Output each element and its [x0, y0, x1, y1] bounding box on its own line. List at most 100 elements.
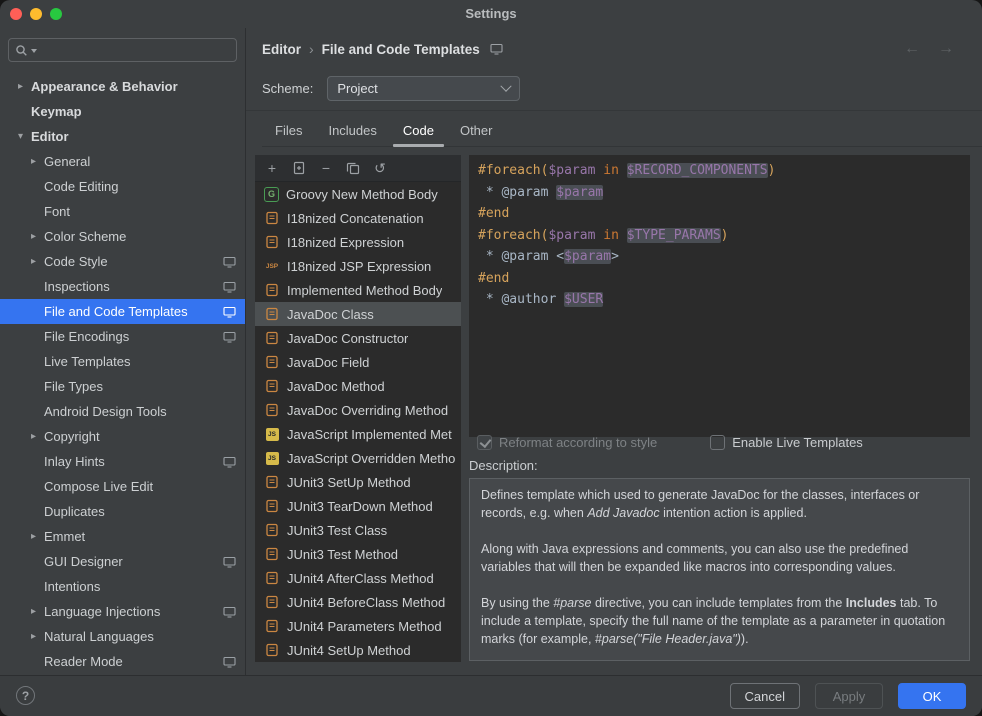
- cancel-button[interactable]: Cancel: [730, 683, 800, 709]
- apply-button[interactable]: Apply: [815, 683, 883, 709]
- template-item-junit4-afterclass-method[interactable]: JUnit4 AfterClass Method: [255, 566, 461, 590]
- sidebar-item-reader-mode[interactable]: Reader Mode: [0, 649, 245, 674]
- template-item-groovy-new-method-body[interactable]: GGroovy New Method Body: [255, 182, 461, 206]
- sidebar-item-color-scheme[interactable]: ▸Color Scheme: [0, 224, 245, 249]
- template-item-i18nized-expression[interactable]: I18nized Expression: [255, 230, 461, 254]
- code-token: ): [768, 163, 776, 178]
- code-line: * @author $USER: [478, 289, 970, 311]
- sidebar-item-natural-languages[interactable]: ▸Natural Languages: [0, 624, 245, 649]
- sidebar-item-keymap[interactable]: Keymap: [0, 99, 245, 124]
- template-item-junit3-test-method[interactable]: JUnit3 Test Method: [255, 542, 461, 566]
- settings-search-input[interactable]: [40, 42, 230, 59]
- sidebar-item-intentions[interactable]: Intentions: [0, 574, 245, 599]
- create-child-template-icon[interactable]: [291, 160, 307, 176]
- chevron-right-icon[interactable]: ▸: [18, 81, 31, 92]
- breadcrumb-editor[interactable]: Editor: [262, 42, 301, 57]
- settings-search[interactable]: [8, 38, 237, 62]
- sidebar-item-editor[interactable]: ▾Editor: [0, 124, 245, 149]
- template-item-javascript-overridden-metho[interactable]: JSJavaScript Overridden Metho: [255, 446, 461, 470]
- template-list-toolbar: + − ↺: [255, 155, 461, 182]
- sidebar-item-file-and-code-templates[interactable]: File and Code Templates: [0, 299, 245, 324]
- chevron-right-icon[interactable]: ▸: [31, 156, 44, 167]
- settings-sidebar: ▸Appearance & BehaviorKeymap▾Editor▸Gene…: [0, 28, 246, 676]
- tab-files[interactable]: Files: [262, 115, 315, 146]
- chevron-right-icon[interactable]: ▸: [31, 606, 44, 617]
- file-template-icon: [264, 619, 280, 633]
- template-item-implemented-method-body[interactable]: Implemented Method Body: [255, 278, 461, 302]
- forward-button[interactable]: →: [938, 40, 954, 58]
- enable-live-templates-checkbox[interactable]: Enable Live Templates: [710, 435, 863, 450]
- code-token: >: [611, 249, 619, 264]
- template-item-javadoc-constructor[interactable]: JavaDoc Constructor: [255, 326, 461, 350]
- sidebar-item-gui-designer[interactable]: GUI Designer: [0, 549, 245, 574]
- reformat-checkbox[interactable]: Reformat according to style: [477, 435, 657, 450]
- back-button[interactable]: ←: [904, 40, 920, 58]
- template-item-javascript-implemented-met[interactable]: JSJavaScript Implemented Met: [255, 422, 461, 446]
- template-item-i18nized-concatenation[interactable]: I18nized Concatenation: [255, 206, 461, 230]
- sidebar-item-file-encodings[interactable]: File Encodings: [0, 324, 245, 349]
- template-item-junit3-setup-method[interactable]: JUnit3 SetUp Method: [255, 470, 461, 494]
- titlebar: Settings: [0, 0, 982, 28]
- add-template-icon[interactable]: +: [264, 160, 280, 176]
- sidebar-item-code-editing[interactable]: Code Editing: [0, 174, 245, 199]
- screen-icon: [223, 456, 236, 468]
- history-nav: ← →: [904, 40, 954, 58]
- sidebar-item-copyright[interactable]: ▸Copyright: [0, 424, 245, 449]
- file-template-icon: [264, 307, 280, 321]
- sidebar-item-general[interactable]: ▸General: [0, 149, 245, 174]
- sidebar-item-appearance-behavior[interactable]: ▸Appearance & Behavior: [0, 74, 245, 99]
- code-token: $param: [556, 185, 603, 200]
- sidebar-item-label: Duplicates: [44, 504, 105, 519]
- reset-template-icon[interactable]: ↺: [372, 160, 388, 176]
- template-item-javadoc-class[interactable]: JavaDoc Class: [255, 302, 461, 326]
- template-list: GGroovy New Method BodyI18nized Concaten…: [255, 182, 461, 662]
- sidebar-item-android-design-tools[interactable]: Android Design Tools: [0, 399, 245, 424]
- sidebar-item-code-style[interactable]: ▸Code Style: [0, 249, 245, 274]
- sidebar-item-language-injections[interactable]: ▸Language Injections: [0, 599, 245, 624]
- file-template-icon: [264, 379, 280, 393]
- chevron-right-icon[interactable]: ▸: [31, 256, 44, 267]
- template-item-junit4-setup-method[interactable]: JUnit4 SetUp Method: [255, 638, 461, 662]
- sidebar-item-label: Reader Mode: [44, 654, 123, 669]
- chevron-right-icon[interactable]: ▸: [31, 531, 44, 542]
- sidebar-item-inlay-hints[interactable]: Inlay Hints: [0, 449, 245, 474]
- sidebar-item-label: File Types: [44, 379, 103, 394]
- sidebar-item-inspections[interactable]: Inspections: [0, 274, 245, 299]
- scheme-select[interactable]: Project: [327, 76, 520, 101]
- copy-template-icon[interactable]: [345, 160, 361, 176]
- chevron-right-icon[interactable]: ▸: [31, 431, 44, 442]
- template-code-editor[interactable]: #foreach($param in $RECORD_COMPONENTS) *…: [469, 155, 970, 437]
- template-item-javadoc-overriding-method[interactable]: JavaDoc Overriding Method: [255, 398, 461, 422]
- sidebar-item-live-templates[interactable]: Live Templates: [0, 349, 245, 374]
- template-item-i18nized-jsp-expression[interactable]: JSPI18nized JSP Expression: [255, 254, 461, 278]
- sidebar-item-font[interactable]: Font: [0, 199, 245, 224]
- help-button[interactable]: ?: [16, 686, 35, 705]
- code-token: * @author: [478, 292, 564, 307]
- options-row: Reformat according to style Enable Live …: [477, 435, 863, 450]
- sidebar-item-duplicates[interactable]: Duplicates: [0, 499, 245, 524]
- sidebar-item-label: Live Templates: [44, 354, 130, 369]
- template-item-junit4-parameters-method[interactable]: JUnit4 Parameters Method: [255, 614, 461, 638]
- code-token: #end: [478, 271, 509, 286]
- tab-other[interactable]: Other: [447, 115, 506, 146]
- tab-code[interactable]: Code: [390, 115, 447, 146]
- template-item-label: JavaScript Implemented Met: [287, 427, 452, 442]
- description-paragraph: By using the #parse directive, you can i…: [481, 594, 958, 648]
- remove-template-icon[interactable]: −: [318, 160, 334, 176]
- sidebar-item-emmet[interactable]: ▸Emmet: [0, 524, 245, 549]
- description-box[interactable]: Defines template which used to generate …: [469, 478, 970, 661]
- ok-button[interactable]: OK: [898, 683, 966, 709]
- template-item-javadoc-field[interactable]: JavaDoc Field: [255, 350, 461, 374]
- chevron-right-icon[interactable]: ▸: [31, 631, 44, 642]
- chevron-down-icon[interactable]: ▾: [18, 131, 31, 142]
- file-template-icon: [264, 211, 280, 225]
- sidebar-item-compose-live-edit[interactable]: Compose Live Edit: [0, 474, 245, 499]
- chevron-right-icon[interactable]: ▸: [31, 231, 44, 242]
- template-item-junit3-test-class[interactable]: JUnit3 Test Class: [255, 518, 461, 542]
- tab-includes[interactable]: Includes: [315, 115, 389, 146]
- template-item-label: JUnit4 SetUp Method: [287, 643, 411, 658]
- template-item-junit4-beforeclass-method[interactable]: JUnit4 BeforeClass Method: [255, 590, 461, 614]
- sidebar-item-file-types[interactable]: File Types: [0, 374, 245, 399]
- template-item-javadoc-method[interactable]: JavaDoc Method: [255, 374, 461, 398]
- template-item-junit3-teardown-method[interactable]: JUnit3 TearDown Method: [255, 494, 461, 518]
